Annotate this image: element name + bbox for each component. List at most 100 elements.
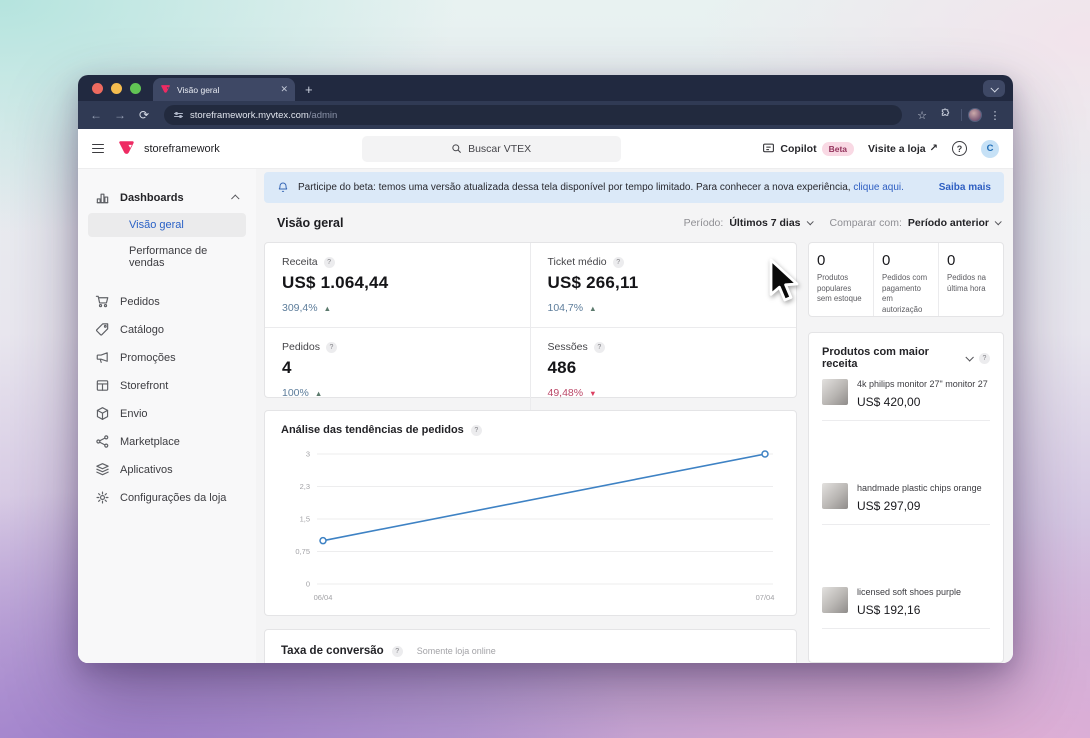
- metric-delta: 309,4%▲: [282, 302, 513, 314]
- quick-stats-card: 0 Produtos populares sem estoque 0 Pedid…: [808, 242, 1004, 317]
- page-header: Visão geral Período: Últimos 7 dias Comp…: [264, 203, 1004, 242]
- site-settings-icon[interactable]: [174, 113, 183, 118]
- top-products-title: Produtos com maior receita: [822, 346, 959, 370]
- conversion-title: Taxa de conversão: [281, 645, 384, 657]
- browser-toolbar: ← → ⟳ storeframework.myvtex.com/admin ☆ …: [78, 101, 1013, 129]
- sidebar-item-catalogo[interactable]: Catálogo: [88, 317, 246, 342]
- sidebar-item-promocoes[interactable]: Promoções: [88, 345, 246, 370]
- period-select[interactable]: Últimos 7 dias: [729, 217, 811, 229]
- stat-pagamento-autorizacao: 0 Pedidos com pagamento em autorização: [874, 243, 939, 316]
- info-icon[interactable]: ?: [471, 425, 482, 436]
- info-icon[interactable]: ?: [979, 353, 990, 364]
- svg-text:1,5: 1,5: [300, 515, 310, 524]
- trend-arrow-icon: ▼: [589, 389, 596, 398]
- sidebar-item-dashboards[interactable]: Dashboards: [88, 185, 246, 210]
- product-thumbnail: [822, 379, 848, 405]
- account-name: storeframework: [144, 143, 220, 155]
- metric-value: US$ 266,11: [548, 273, 780, 293]
- product-price: US$ 420,00: [857, 395, 988, 409]
- sidebar-item-pedidos[interactable]: Pedidos: [88, 289, 246, 314]
- svg-text:2,3: 2,3: [300, 482, 310, 491]
- banner-text: Participe do beta: temos uma versão atua…: [298, 182, 918, 193]
- metric-delta: 100%▲: [282, 387, 513, 399]
- beta-badge: Beta: [822, 142, 854, 156]
- forward-icon[interactable]: →: [110, 108, 130, 122]
- help-icon[interactable]: ?: [952, 141, 967, 156]
- info-icon[interactable]: ?: [324, 257, 335, 268]
- list-item[interactable]: 4k philips monitor 27" monitor 27 US$ 42…: [822, 370, 990, 474]
- metric-value: US$ 1.064,44: [282, 273, 513, 293]
- sidebar-item-configuracoes[interactable]: Configurações da loja: [88, 485, 246, 510]
- back-icon[interactable]: ←: [86, 108, 106, 122]
- beta-banner: Participe do beta: temos uma versão atua…: [264, 172, 1004, 203]
- product-name: licensed soft shoes purple: [857, 587, 961, 599]
- zoom-window-button[interactable]: [130, 83, 141, 94]
- sidebar: Dashboards Visão geral Performance de ve…: [78, 169, 256, 663]
- browser-tab[interactable]: Visão geral ✕: [153, 78, 295, 101]
- promotions-megaphone-icon: [95, 350, 110, 365]
- search-input[interactable]: Buscar VTEX: [362, 136, 621, 162]
- info-icon[interactable]: ?: [392, 646, 403, 657]
- new-tab-button[interactable]: +: [295, 82, 325, 101]
- svg-text:07/04: 07/04: [756, 593, 775, 602]
- compare-label: Comparar com:: [830, 217, 902, 229]
- sidebar-item-aplicativos[interactable]: Aplicativos: [88, 457, 246, 482]
- browser-tabstrip: Visão geral ✕ +: [78, 75, 1013, 101]
- main-content: Participe do beta: temos uma versão atua…: [256, 169, 1013, 663]
- conversion-card: Taxa de conversão ? Somente loja online: [264, 629, 797, 663]
- compare-select[interactable]: Período anterior: [908, 217, 1000, 229]
- catalog-tag-icon: [95, 322, 110, 337]
- banner-saiba-mais-link[interactable]: Saiba mais: [939, 182, 991, 193]
- toolbar-divider: [961, 109, 962, 121]
- product-name: handmade plastic chips orange: [857, 483, 982, 495]
- extensions-icon[interactable]: [935, 108, 955, 122]
- browser-menu-icon[interactable]: ⋮: [985, 109, 1005, 122]
- product-thumbnail: [822, 587, 848, 613]
- page-title: Visão geral: [277, 216, 684, 230]
- product-thumbnail: [822, 483, 848, 509]
- chevron-down-icon[interactable]: [966, 353, 974, 361]
- info-icon[interactable]: ?: [613, 257, 624, 268]
- info-icon[interactable]: ?: [594, 342, 605, 353]
- reload-icon[interactable]: ⟳: [134, 108, 154, 122]
- trend-arrow-icon: ▲: [589, 304, 596, 313]
- list-item[interactable]: licensed soft shoes purple US$ 192,16: [822, 578, 990, 663]
- browser-profile-avatar[interactable]: [968, 108, 982, 122]
- user-avatar[interactable]: C: [981, 140, 999, 158]
- svg-text:06/04: 06/04: [314, 593, 333, 602]
- period-label: Período:: [684, 217, 724, 229]
- shipping-box-icon: [95, 406, 110, 421]
- sidebar-item-envio[interactable]: Envio: [88, 401, 246, 426]
- chart-title: Análise das tendências de pedidos: [281, 424, 464, 436]
- search-placeholder: Buscar VTEX: [468, 143, 531, 155]
- svg-text:0,75: 0,75: [295, 547, 310, 556]
- close-window-button[interactable]: [92, 83, 103, 94]
- stat-produtos-sem-estoque: 0 Produtos populares sem estoque: [809, 243, 874, 316]
- copilot-button[interactable]: Copilot Beta: [762, 142, 854, 156]
- storefront-layout-icon: [95, 378, 110, 393]
- marketplace-share-icon: [95, 434, 110, 449]
- metrics-card: Receita? US$ 1.064,44 309,4%▲ Ticket méd…: [264, 242, 797, 398]
- minimize-window-button[interactable]: [111, 83, 122, 94]
- url-text: storeframework.myvtex.com/admin: [190, 110, 337, 121]
- settings-gear-icon: [95, 490, 110, 505]
- address-bar[interactable]: storeframework.myvtex.com/admin: [164, 105, 902, 125]
- tab-close-icon[interactable]: ✕: [280, 84, 288, 95]
- visit-store-link[interactable]: Visite a loja ↗: [868, 143, 938, 155]
- sidebar-item-marketplace[interactable]: Marketplace: [88, 429, 246, 454]
- menu-hamburger-icon[interactable]: [92, 144, 104, 153]
- metric-pedidos: Pedidos? 4 100%▲: [265, 328, 531, 412]
- metric-delta: 104,7%▲: [548, 302, 780, 314]
- orders-trend-chart: 00,751,52,3306/0407/04: [281, 440, 780, 608]
- metric-ticket-medio: Ticket médio? US$ 266,11 104,7%▲: [531, 243, 797, 328]
- metric-sessoes: Sessões? 486 49,48%▼: [531, 328, 797, 412]
- list-item[interactable]: handmade plastic chips orange US$ 297,09: [822, 474, 990, 578]
- sidebar-item-storefront[interactable]: Storefront: [88, 373, 246, 398]
- sidebar-item-performance-de-vendas[interactable]: Performance de vendas: [88, 239, 246, 275]
- info-icon[interactable]: ?: [326, 342, 337, 353]
- sidebar-item-visao-geral[interactable]: Visão geral: [88, 213, 246, 237]
- metric-delta: 49,48%▼: [548, 387, 780, 399]
- banner-inline-link[interactable]: clique aqui.: [853, 182, 904, 193]
- tab-list-chevron-button[interactable]: [983, 80, 1005, 97]
- bookmark-star-icon[interactable]: ☆: [912, 109, 932, 122]
